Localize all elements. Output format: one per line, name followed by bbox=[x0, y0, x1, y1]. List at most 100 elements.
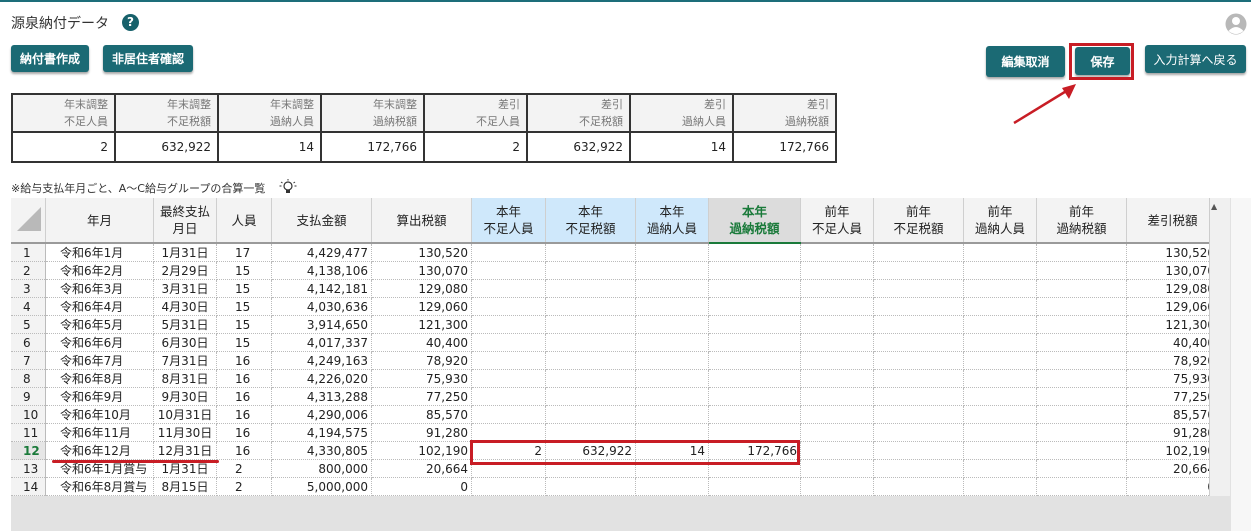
cell-amount[interactable] bbox=[635, 261, 709, 280]
cell-amount[interactable] bbox=[471, 297, 546, 316]
cell-amount[interactable]: 85,570 bbox=[1126, 405, 1219, 424]
cell-amount[interactable] bbox=[471, 279, 546, 298]
cell-amount[interactable] bbox=[471, 261, 546, 280]
create-payment-slip-button[interactable]: 納付書作成 bbox=[11, 45, 89, 72]
cell-amount[interactable]: 5,000,000 bbox=[271, 477, 372, 496]
cell-amount[interactable]: 102,190 bbox=[1126, 441, 1219, 460]
cell-amount[interactable] bbox=[708, 369, 801, 388]
cell-amount[interactable]: 130,070 bbox=[1126, 261, 1219, 280]
column-header[interactable]: 支払金額 bbox=[271, 198, 372, 244]
table-row[interactable]: 8 令和6年8月 8月31日 16 4,226,020 75,930 75,930 bbox=[11, 369, 1219, 388]
cell-amount[interactable] bbox=[1036, 459, 1127, 478]
column-header[interactable]: 人員 bbox=[216, 198, 272, 244]
row-number[interactable]: 3 bbox=[11, 279, 46, 298]
cell-amount[interactable] bbox=[471, 369, 546, 388]
cell-amount[interactable]: 130,520 bbox=[1126, 243, 1219, 262]
column-header[interactable]: 算出税額 bbox=[371, 198, 472, 244]
cell-headcount[interactable]: 16 bbox=[216, 387, 272, 406]
cell-last-pay-date[interactable]: 8月31日 bbox=[153, 369, 217, 388]
cell-amount[interactable] bbox=[800, 243, 874, 262]
cell-amount[interactable] bbox=[800, 405, 874, 424]
cell-amount[interactable] bbox=[1036, 423, 1127, 442]
cell-last-pay-date[interactable]: 4月30日 bbox=[153, 297, 217, 316]
row-number[interactable]: 1 bbox=[11, 243, 46, 262]
cell-amount[interactable]: 75,930 bbox=[1126, 369, 1219, 388]
cell-headcount[interactable]: 16 bbox=[216, 405, 272, 424]
cell-amount[interactable] bbox=[800, 477, 874, 496]
cell-amount[interactable]: 4,313,288 bbox=[271, 387, 372, 406]
cell-amount[interactable]: 4,138,106 bbox=[271, 261, 372, 280]
cell-month[interactable]: 令和6年4月 bbox=[45, 297, 154, 316]
cell-last-pay-date[interactable]: 11月30日 bbox=[153, 423, 217, 442]
cell-amount[interactable] bbox=[873, 369, 964, 388]
cell-amount[interactable] bbox=[873, 279, 964, 298]
cell-amount[interactable] bbox=[635, 333, 709, 352]
cell-last-pay-date[interactable]: 1月31日 bbox=[153, 243, 217, 262]
cell-amount[interactable] bbox=[545, 477, 636, 496]
cell-amount[interactable] bbox=[545, 387, 636, 406]
column-header[interactable]: 本年 不足税額 bbox=[545, 198, 636, 244]
cell-amount[interactable] bbox=[800, 261, 874, 280]
nonresident-check-button[interactable]: 非居住者確認 bbox=[103, 45, 193, 72]
table-row[interactable]: 2 令和6年2月 2月29日 15 4,138,106 130,070 130,070 bbox=[11, 261, 1219, 280]
grid-corner[interactable] bbox=[11, 198, 46, 244]
cell-amount[interactable] bbox=[1036, 477, 1127, 496]
cell-amount[interactable]: 4,142,181 bbox=[271, 279, 372, 298]
cell-amount[interactable] bbox=[873, 315, 964, 334]
cell-amount[interactable] bbox=[545, 279, 636, 298]
row-number[interactable]: 8 bbox=[11, 369, 46, 388]
cell-amount[interactable]: 121,300 bbox=[1126, 315, 1219, 334]
cell-amount[interactable] bbox=[1036, 387, 1127, 406]
cell-amount[interactable] bbox=[873, 459, 964, 478]
cell-amount[interactable] bbox=[873, 477, 964, 496]
row-number[interactable]: 11 bbox=[11, 423, 46, 442]
cell-amount[interactable] bbox=[800, 351, 874, 370]
cell-amount[interactable]: 130,070 bbox=[371, 261, 472, 280]
cell-headcount[interactable]: 17 bbox=[216, 243, 272, 262]
cell-amount[interactable] bbox=[800, 387, 874, 406]
cell-amount[interactable] bbox=[635, 279, 709, 298]
cell-headcount[interactable]: 15 bbox=[216, 261, 272, 280]
cell-amount[interactable]: 129,080 bbox=[1126, 279, 1219, 298]
cell-amount[interactable] bbox=[800, 315, 874, 334]
cell-amount[interactable] bbox=[545, 333, 636, 352]
cell-month[interactable]: 令和6年10月 bbox=[45, 405, 154, 424]
column-header[interactable]: 前年 不足人員 bbox=[800, 198, 874, 244]
cell-amount[interactable]: 129,060 bbox=[371, 297, 472, 316]
cell-amount[interactable] bbox=[873, 351, 964, 370]
row-number[interactable]: 7 bbox=[11, 351, 46, 370]
row-number[interactable]: 10 bbox=[11, 405, 46, 424]
cell-amount[interactable] bbox=[800, 441, 874, 460]
cell-amount[interactable]: 0 bbox=[1126, 477, 1219, 496]
table-row[interactable]: 5 令和6年5月 5月31日 15 3,914,650 121,300 121,300 bbox=[11, 315, 1219, 334]
cell-amount[interactable] bbox=[635, 477, 709, 496]
table-row[interactable]: 10 令和6年10月 10月31日 16 4,290,006 85,570 85,570 bbox=[11, 405, 1219, 424]
cell-month[interactable]: 令和6年7月 bbox=[45, 351, 154, 370]
cell-amount[interactable] bbox=[635, 243, 709, 262]
scroll-up-icon[interactable]: ▲ bbox=[1211, 202, 1217, 211]
cell-amount[interactable] bbox=[963, 459, 1037, 478]
cell-amount[interactable] bbox=[708, 315, 801, 334]
cell-amount[interactable] bbox=[708, 243, 801, 262]
vertical-scrollbar[interactable] bbox=[1209, 198, 1230, 496]
cancel-edit-button[interactable]: 編集取消 bbox=[986, 46, 1065, 77]
cell-last-pay-date[interactable]: 5月31日 bbox=[153, 315, 217, 334]
cell-amount[interactable] bbox=[800, 369, 874, 388]
cell-amount[interactable] bbox=[800, 423, 874, 442]
cell-amount[interactable] bbox=[1036, 315, 1127, 334]
cell-amount[interactable] bbox=[471, 405, 546, 424]
cell-amount[interactable] bbox=[873, 441, 964, 460]
cell-amount[interactable]: 4,226,020 bbox=[271, 369, 372, 388]
cell-month[interactable]: 令和6年5月 bbox=[45, 315, 154, 334]
cell-amount[interactable] bbox=[873, 387, 964, 406]
table-row[interactable]: 14令和6年8月賞与8月15日25,000,00000 bbox=[11, 477, 1219, 496]
cell-amount[interactable] bbox=[545, 423, 636, 442]
cell-amount[interactable]: 3,914,650 bbox=[271, 315, 372, 334]
cell-last-pay-date[interactable]: 2月29日 bbox=[153, 261, 217, 280]
cell-amount[interactable] bbox=[1036, 279, 1127, 298]
cell-amount[interactable] bbox=[963, 477, 1037, 496]
cell-amount[interactable] bbox=[708, 279, 801, 298]
cell-amount[interactable] bbox=[1036, 333, 1127, 352]
cell-amount[interactable] bbox=[708, 351, 801, 370]
cell-month[interactable]: 令和6年8月 bbox=[45, 369, 154, 388]
